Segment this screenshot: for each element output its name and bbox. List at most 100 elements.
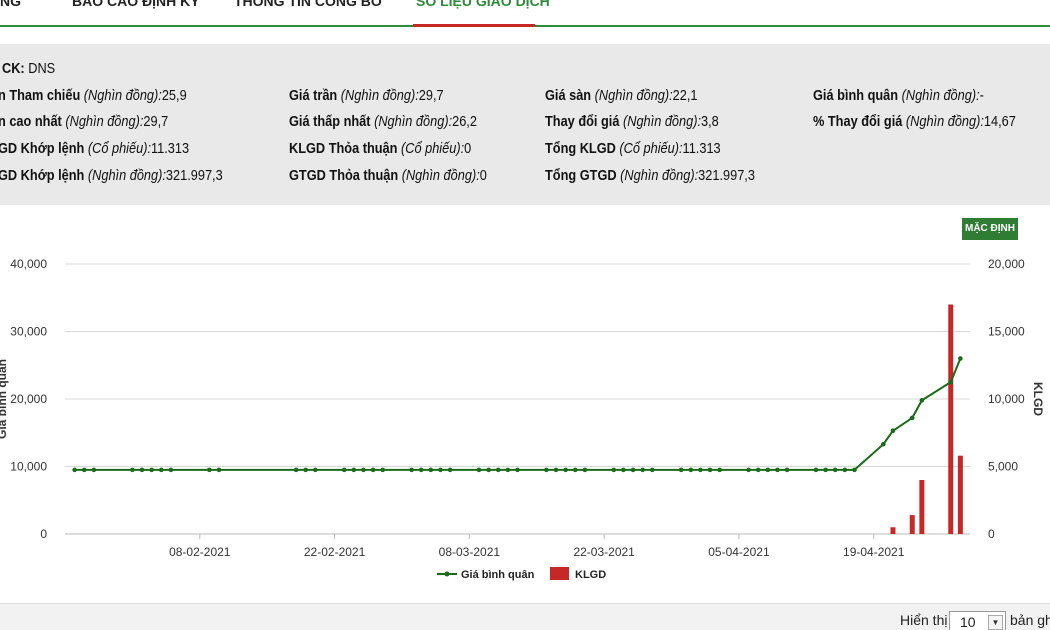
reference-price: n Tham chiếu (Nghìn đồng):25,9 [0, 88, 187, 104]
x-tick-label: 08-03-2021 [439, 545, 501, 559]
avg-price-point [852, 467, 857, 473]
avg-price-point [765, 467, 771, 473]
matched-value: GD Khớp lệnh (Nghìn đồng):321.997,3 [0, 168, 223, 184]
avg-price-point [958, 356, 963, 361]
avg-price-point [813, 467, 819, 473]
negotiated-volume: KLGD Thỏa thuận (Cổ phiếu):0 [289, 141, 472, 157]
y-right-axis-title: KLGD [1031, 382, 1045, 416]
volume-bar [948, 304, 954, 534]
x-tick-label: 22-02-2021 [304, 545, 366, 559]
avg-price-point [640, 467, 645, 473]
avg-price-point [428, 467, 434, 473]
x-tick-label: 22-03-2021 [573, 545, 635, 559]
negotiated-value: GTGD Thỏa thuận (Nghìn đồng):0 [289, 168, 487, 184]
highest-price: n cao nhất (Nghìn đồng):29,7 [0, 114, 169, 130]
avg-price-point [553, 467, 559, 473]
y-left-tick-label: 0 [40, 527, 47, 541]
avg-price-point [909, 415, 915, 421]
avg-price-point [678, 467, 684, 473]
matched-volume: GD Khớp lệnh (Cổ phiếu):11.313 [0, 141, 190, 157]
avg-price-point [81, 467, 87, 473]
total-volume: Tổng KLGD (Cổ phiếu):11.313 [545, 141, 721, 157]
tab-bar: NG BÁO CÁO ĐỊNH KỲ THÔNG TIN CÔNG BỐ SỐ … [0, 0, 1050, 27]
average-price: Giá bình quân (Nghìn đồng):- [813, 88, 984, 104]
volume-bar [919, 480, 925, 534]
avg-price-point [361, 467, 366, 473]
avg-price-point [611, 467, 617, 473]
avg-price-point [139, 467, 145, 473]
avg-price-point [707, 467, 713, 473]
avg-price-point [313, 467, 318, 473]
y-right-tick-label: 0 [988, 527, 995, 541]
avg-price-point [476, 467, 482, 473]
tab-periodic-report[interactable]: BÁO CÁO ĐỊNH KỲ [72, 0, 200, 9]
avg-price-point [823, 467, 828, 473]
price-change-percent: % Thay đổi giá (Nghìn đồng):14,67 [813, 114, 1016, 130]
avg-price-point [842, 467, 848, 473]
rows-label: bản gh [1010, 612, 1050, 628]
avg-price-point [303, 467, 308, 473]
y-right-tick-label: 20,000 [988, 257, 1025, 271]
y-left-tick-label: 30,000 [10, 325, 47, 339]
avg-price-point [91, 467, 97, 473]
avg-price-point [630, 467, 636, 473]
avg-price-point [380, 467, 386, 473]
avg-price-line [74, 358, 962, 471]
reset-zoom-button[interactable]: MẶC ĐỊNH [962, 218, 1018, 240]
avg-price-point [505, 467, 511, 473]
tab-overview[interactable]: NG [0, 0, 21, 9]
ceiling-price: Giá trần (Nghìn đồng):29,7 [289, 88, 444, 104]
avg-price-point [370, 467, 376, 473]
avg-price-point [130, 467, 135, 473]
volume-bar [957, 455, 963, 534]
floor-price: Giá sàn (Nghìn đồng):22,1 [545, 88, 698, 104]
x-tick-label: 05-04-2021 [708, 545, 770, 559]
x-tick-label: 19-04-2021 [843, 545, 905, 559]
avg-price-point [447, 467, 453, 473]
page-size-value: 10 [960, 614, 976, 630]
avg-price-point [582, 467, 588, 473]
avg-price-point [341, 467, 347, 473]
total-value: Tổng GTGD (Nghìn đồng):321.997,3 [545, 168, 755, 184]
avg-price-point [755, 467, 761, 473]
y-right-tick-label: 15,000 [988, 325, 1025, 339]
avg-price-point [649, 467, 655, 473]
active-tab-indicator [413, 24, 535, 27]
legend-volume-label: KLGD [575, 569, 606, 581]
volume-bar [909, 515, 915, 534]
avg-price-point [72, 467, 77, 473]
avg-price-point [717, 467, 722, 473]
x-tick-label: 08-02-2021 [169, 545, 231, 559]
avg-price-point [515, 467, 520, 473]
avg-price-point [881, 441, 886, 447]
avg-price-point [948, 379, 954, 385]
avg-price-point [832, 467, 838, 473]
avg-price-point [784, 467, 790, 473]
avg-price-point [572, 467, 578, 473]
stock-code: CK: DNS [2, 61, 56, 77]
legend-bar-marker [550, 567, 569, 580]
avg-price-point [216, 467, 222, 473]
avg-price-point [438, 467, 443, 473]
avg-price-point [495, 467, 501, 473]
avg-price-point [293, 467, 299, 473]
y-right-tick-label: 5,000 [988, 460, 1018, 474]
avg-price-point [746, 467, 751, 473]
y-left-tick-label: 20,000 [10, 392, 47, 406]
page-size-select[interactable]: 10 ▼ [949, 611, 1006, 630]
y-left-tick-label: 10,000 [10, 460, 47, 474]
avg-price-point [158, 467, 164, 473]
y-left-axis-title: Giá bình quân [0, 359, 9, 439]
y-right-tick-label: 10,000 [988, 392, 1025, 406]
avg-price-point [698, 467, 703, 473]
avg-price-point [775, 467, 780, 473]
tab-trading-data[interactable]: SỐ LIỆU GIAO DỊCH [416, 0, 550, 9]
avg-price-point [890, 428, 896, 434]
avg-price-point [207, 467, 212, 473]
avg-price-point [409, 467, 414, 473]
tab-disclosure[interactable]: THÔNG TIN CÔNG BỐ [234, 0, 382, 9]
volume-bar [890, 527, 896, 534]
chevron-down-icon[interactable]: ▼ [988, 615, 1003, 630]
legend-avg-price-label: Giá bình quân [461, 569, 535, 581]
avg-price-point [544, 467, 549, 473]
